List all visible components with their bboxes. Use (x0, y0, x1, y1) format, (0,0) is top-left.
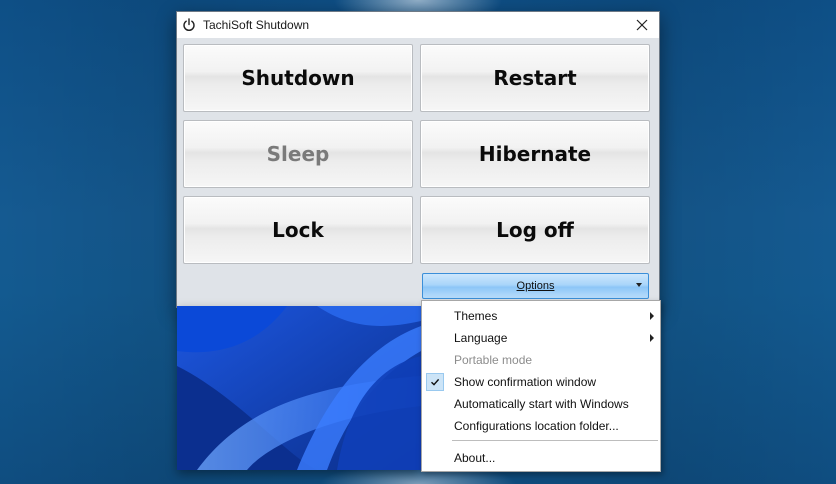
checkmark-icon (426, 373, 444, 391)
menu-item-label: Show confirmation window (454, 375, 597, 389)
menu-item-language[interactable]: Language (422, 327, 660, 349)
menu-item-label: Language (454, 331, 508, 345)
hibernate-button[interactable]: Hibernate (420, 120, 650, 188)
chevron-down-icon (636, 283, 642, 287)
menu-item-config-folder[interactable]: Configurations location folder... (422, 415, 660, 437)
menu-item-label: Themes (454, 309, 498, 323)
window-title: TachiSoft Shutdown (203, 18, 310, 32)
chevron-right-icon (650, 334, 654, 342)
shutdown-button[interactable]: Shutdown (183, 44, 413, 112)
app-window: TachiSoft Shutdown Shutdown Restart Slee… (176, 11, 660, 308)
menu-item-label: Configurations location folder... (454, 419, 619, 433)
menu-item-portable-mode[interactable]: Portable mode (422, 349, 660, 371)
menu-separator (452, 440, 658, 441)
lock-button[interactable]: Lock (183, 196, 413, 264)
menu-item-about[interactable]: About... (422, 447, 660, 469)
menu-item-label: Portable mode (454, 353, 533, 367)
title-bar: TachiSoft Shutdown (177, 12, 659, 38)
log-off-button[interactable]: Log off (420, 196, 650, 264)
wallpaper-preview (177, 306, 421, 470)
restart-button[interactable]: Restart (420, 44, 650, 112)
menu-item-autostart[interactable]: Automatically start with Windows (422, 393, 660, 415)
menu-item-label: About... (454, 451, 496, 465)
menu-item-themes[interactable]: Themes (422, 305, 660, 327)
sleep-button[interactable]: Sleep (183, 120, 413, 188)
chevron-right-icon (650, 312, 654, 320)
options-menu: Themes Language Portable mode Show confi… (421, 300, 661, 472)
options-dropdown-button[interactable]: Options (422, 273, 649, 299)
power-icon (181, 17, 197, 33)
options-label: Options (516, 280, 555, 292)
menu-item-label: Automatically start with Windows (454, 397, 629, 411)
close-icon[interactable] (633, 16, 651, 34)
menu-item-show-confirmation[interactable]: Show confirmation window (422, 371, 660, 393)
